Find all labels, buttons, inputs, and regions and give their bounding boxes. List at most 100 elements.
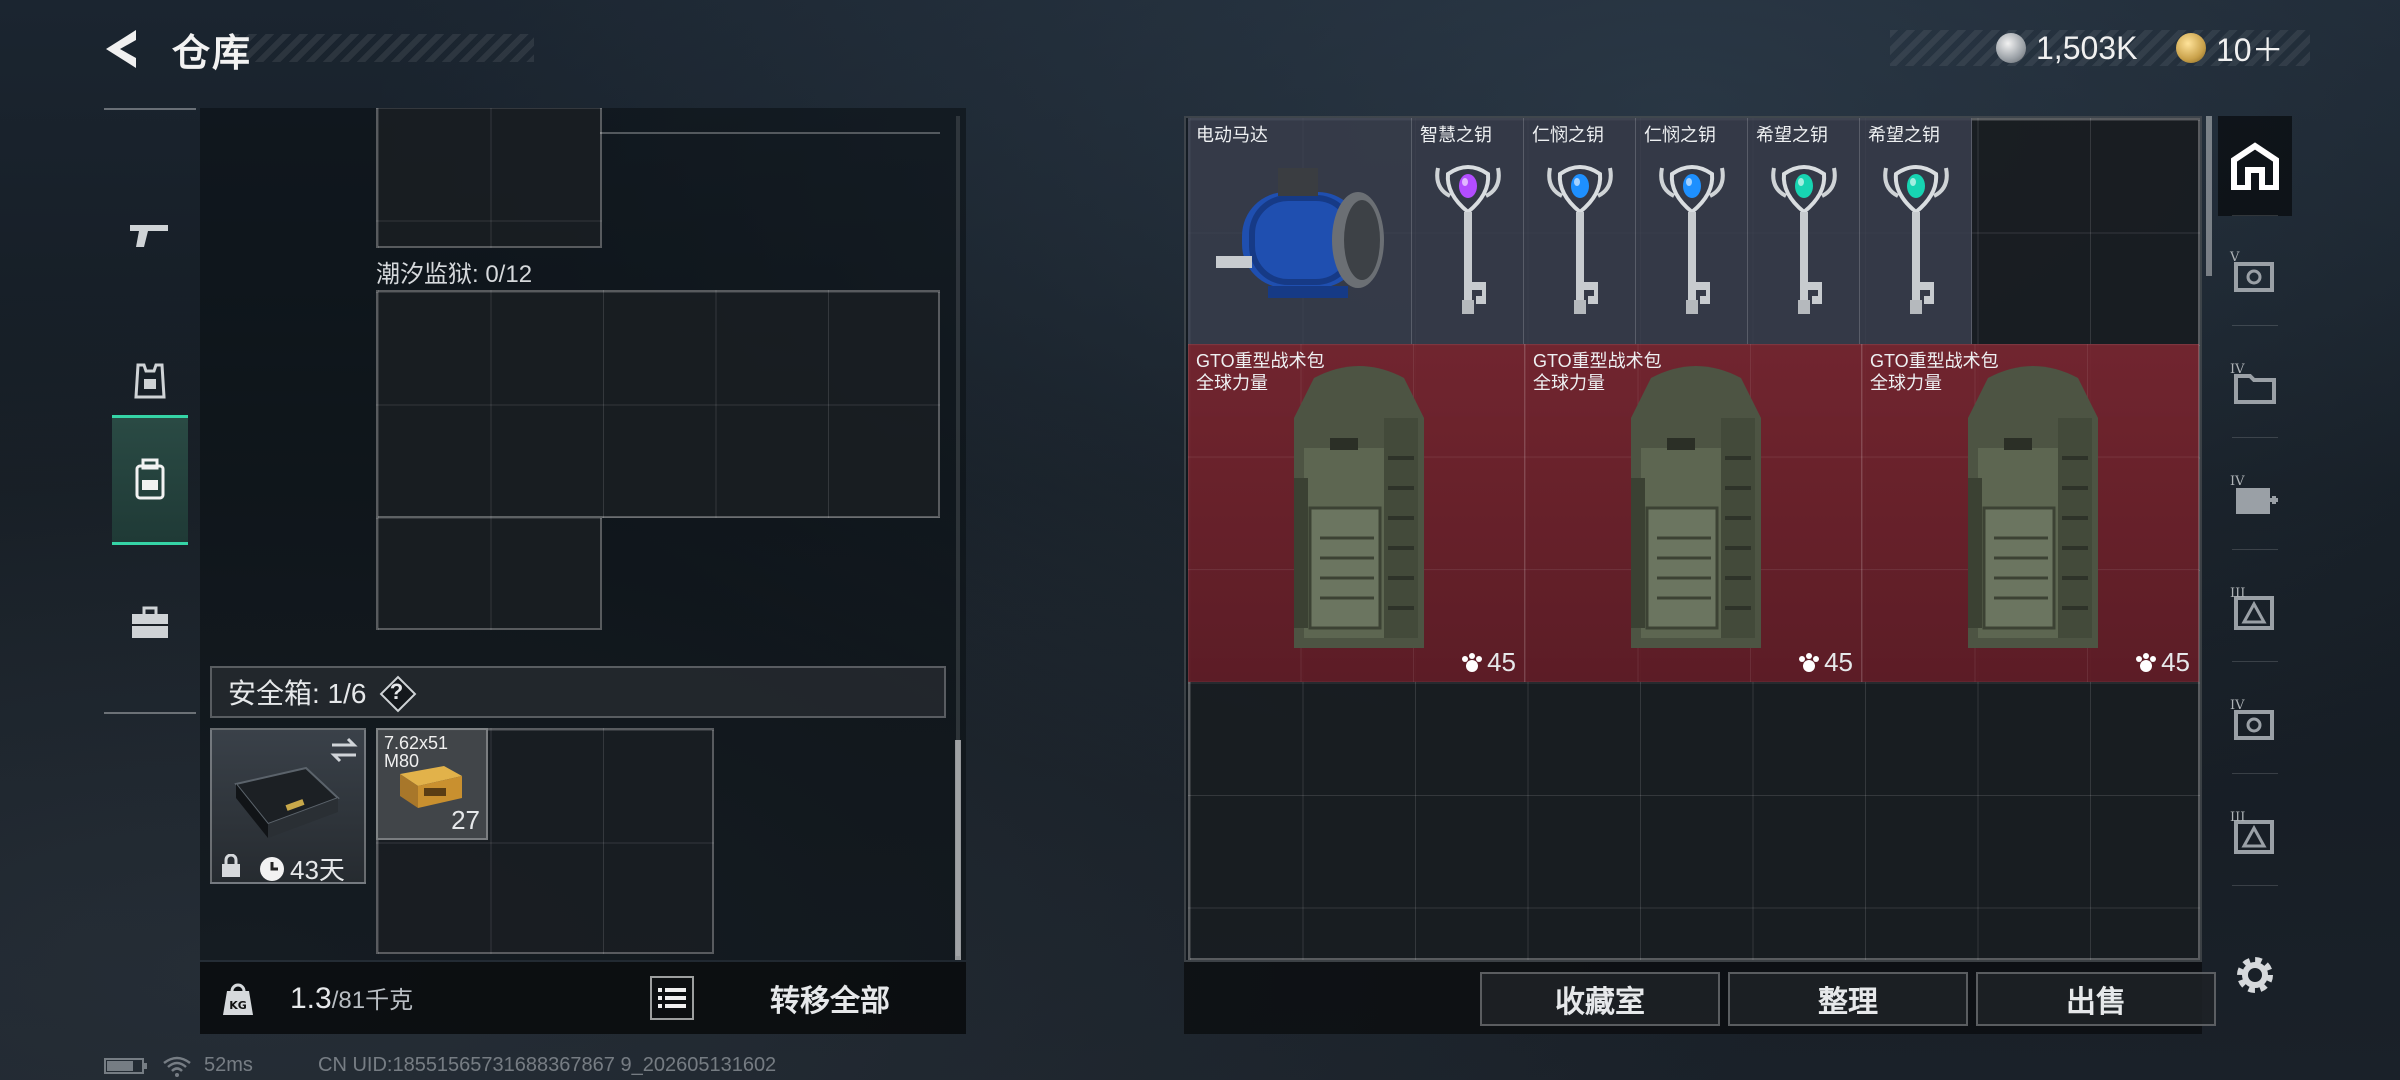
item-name: 希望之钥 [1868,125,1940,145]
key-icon [1435,165,1501,314]
expiry-days: 43天 [290,855,345,885]
container-scrollbar[interactable] [2206,116,2212,276]
item-gto-backpack[interactable]: GTO重型战术包 全球力量 45 [1525,344,1862,682]
back-arrow-icon [106,30,136,68]
item-name: 智慧之钥 [1420,125,1492,145]
category-nav [104,108,196,714]
key-icon [1771,165,1837,314]
storage-footer: KG 1.3/81千克 转移全部 [200,962,966,1034]
pack-capacity-value: 45 [1824,647,1853,677]
backpack-image [1631,366,1761,648]
weight-icon-box: KG [200,962,276,1034]
svg-text:KG: KG [229,999,247,1012]
nav-item-weapons[interactable] [112,170,188,300]
tier-label: IV [2230,362,2245,377]
ammo-count: 27 [451,805,480,835]
grid-edge [600,132,940,134]
armor-icon [134,363,166,399]
kg-weight-icon: KG [223,983,253,1015]
currency-gold-value: 10＋ [2216,32,2284,68]
lock-icon [222,854,240,877]
tier-label: V [2230,250,2240,265]
item-name: 希望之钥 [1756,125,1828,145]
key-icon [1547,165,1613,314]
backpack-image [1294,366,1424,648]
weight-max: /81千克 [331,987,414,1014]
paw-capacity-icon [1462,652,1483,672]
paw-capacity-icon [2136,652,2157,672]
sell-button[interactable]: 出售 [1976,972,2216,1026]
swap-icon[interactable] [328,736,360,764]
currency-silver-value: 1,503K [2036,29,2138,66]
currency-silver[interactable]: 1,503K [1996,29,2138,66]
transfer-all-button[interactable]: 转移全部 [710,962,950,1034]
gun-icon [130,225,168,247]
back-button[interactable] [100,24,150,74]
list-view-button[interactable] [650,976,694,1020]
tier-label: III [2230,586,2246,601]
tab-home-storage[interactable] [2218,116,2292,216]
safe-case-item[interactable]: 43天 [210,728,366,887]
silver-coin-icon [1996,33,2026,63]
ammo-item[interactable]: 7.62x51 M80 27 [376,728,488,840]
ammo-name: 7.62x51 M80 [384,733,449,771]
briefcase-icon [132,606,168,638]
safebox-label: 安全箱: 1/6 [228,678,367,709]
paw-capacity-icon [1799,652,1820,672]
electric-motor-icon [1216,168,1384,298]
ping-value: 52ms [204,1054,253,1076]
safe-case-icon [234,766,340,838]
home-icon [2231,142,2279,190]
battery-icon [104,1057,147,1074]
currency-gold[interactable]: 10＋ [2176,32,2284,68]
backpack-image [1968,366,2098,648]
item-name: 仁悯之钥 [1644,125,1716,145]
nav-item-cases[interactable] [112,558,188,688]
item-gto-backpack[interactable]: GTO重型战术包 全球力量 45 [1188,344,1525,682]
item-key-mercy[interactable]: 仁悯之钥 [1636,118,1748,344]
item-name: 电动马达 [1196,125,1268,145]
settings-button[interactable] [2230,950,2280,1000]
pack-capacity-value: 45 [2161,647,2190,677]
item-key-hope[interactable]: 希望之钥 [1748,118,1860,344]
gear-icon [2237,957,2273,993]
tidal-prison-grid-lower[interactable] [376,516,602,630]
clock-icon [260,856,284,881]
expiry-timer: 43天 [258,850,345,887]
arrange-button[interactable]: 整理 [1728,972,1968,1026]
container-tabs: V IV IV III IV III [2218,116,2292,1046]
section-label: 潮汐监狱: 0/12 [376,261,533,288]
pack-capacity-value: 45 [1487,647,1516,677]
storage-scrollbar[interactable] [955,740,961,960]
tidal-prison-grid[interactable] [376,290,940,518]
help-button[interactable]: ? [380,676,412,708]
tab-container-2[interactable]: V [2218,226,2292,326]
tier-label: IV [2230,698,2245,713]
title-decoration [232,34,534,62]
tab-container-7[interactable]: III [2218,786,2292,886]
collection-button[interactable]: 收藏室 [1480,972,1720,1026]
backpack-icon [135,458,165,500]
tab-container-5[interactable]: III [2218,562,2292,662]
tab-container-4[interactable]: IV [2218,450,2292,550]
wifi-icon [163,1056,191,1077]
key-icon [1883,165,1949,314]
help-icon: ? [389,679,404,704]
weight-current: 1.3 [290,982,332,1015]
tab-container-3[interactable]: IV [2218,338,2292,438]
list-icon [658,988,686,1008]
tier-label: IV [2230,474,2245,489]
pack-capacity: 45 [1798,647,1853,678]
status-bar: 52ms [104,1054,253,1077]
item-key-hope[interactable]: 希望之钥 [1860,118,1972,344]
item-key-mercy[interactable]: 仁悯之钥 [1524,118,1636,344]
gold-coin-icon [2176,33,2206,63]
storage-grid-top[interactable] [376,108,602,248]
item-key-wisdom[interactable]: 智慧之钥 [1412,118,1524,344]
item-electric-motor[interactable]: 电动马达 [1188,118,1412,344]
page-title: 仓库 [172,33,253,75]
nav-item-backpack[interactable] [112,415,188,545]
item-name: 仁悯之钥 [1532,125,1604,145]
item-gto-backpack[interactable]: GTO重型战术包 全球力量 45 [1862,344,2199,682]
tab-container-6[interactable]: IV [2218,674,2292,774]
